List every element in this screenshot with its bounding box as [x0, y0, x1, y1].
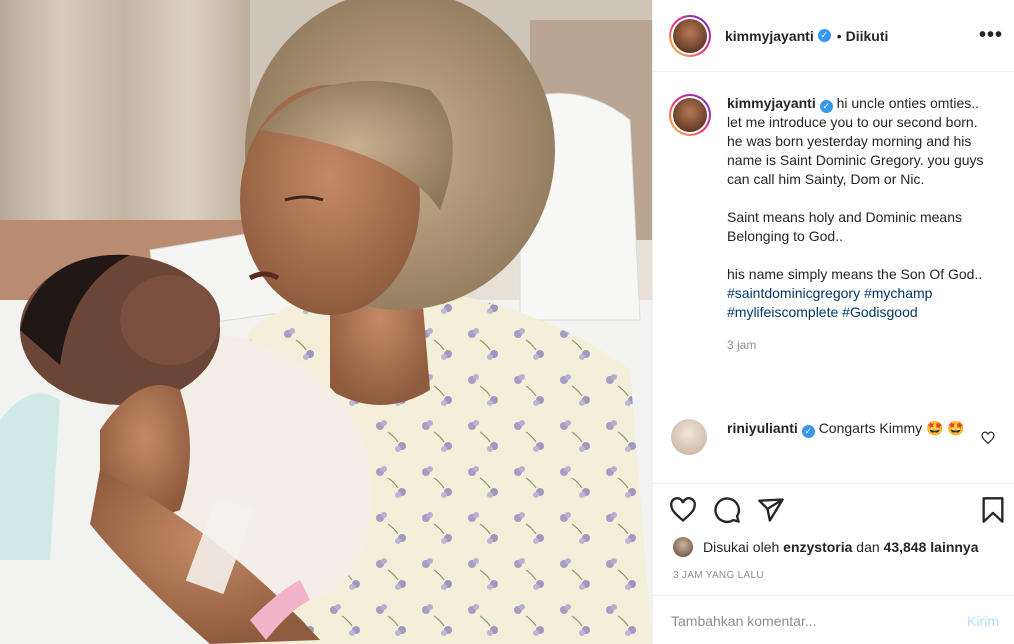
comment-like-heart-icon[interactable] — [981, 431, 995, 445]
comment-username[interactable]: riniyulianti — [727, 420, 798, 436]
share-icon[interactable] — [757, 496, 785, 524]
hashtag-link[interactable]: #saintdominicgregory — [727, 285, 860, 301]
hashtag-link[interactable]: #Godisgood — [842, 304, 918, 320]
add-comment-bar: Kirim — [653, 595, 1014, 644]
comments-section[interactable]: kimmyjayanti ✓ hi uncle onties omties.. l… — [653, 73, 1014, 483]
post-side-panel: kimmyjayanti ✓ • Diikuti ••• kimmyjayant… — [652, 0, 1014, 644]
post-caption: kimmyjayanti ✓ hi uncle onties omties.. l… — [669, 94, 1009, 355]
caption-body: hi uncle onties omties.. let me introduc… — [727, 95, 984, 282]
author-avatar-inner — [671, 16, 709, 55]
verified-badge-icon: ✓ — [801, 425, 815, 438]
bookmark-icon[interactable] — [979, 496, 1007, 524]
post-comment-button[interactable]: Kirim — [967, 613, 999, 629]
liker-avatar[interactable] — [673, 537, 693, 557]
caption-avatar-photo — [673, 98, 707, 132]
caption-text-block: kimmyjayanti ✓ hi uncle onties omties.. l… — [727, 94, 997, 355]
hashtag-link[interactable]: #mychamp — [864, 285, 932, 301]
caption-avatar-inner — [671, 96, 709, 134]
verified-badge-icon: ✓ — [817, 29, 831, 42]
caption-time[interactable]: 3 jam — [727, 336, 997, 355]
liked-by-prefix: Disukai oleh — [703, 539, 780, 555]
author-avatar[interactable] — [669, 14, 711, 57]
comment-body: Congarts Kimmy — [818, 420, 923, 436]
caption-username[interactable]: kimmyjayanti — [727, 95, 816, 111]
post-actions: Disukai oleh enzystoria dan 43,848 lainn… — [653, 483, 1014, 644]
post-image[interactable] — [0, 0, 652, 644]
comment-emoji: 🤩 🤩 — [926, 420, 965, 436]
action-icons-row — [669, 496, 1009, 526]
author-avatar-photo — [673, 18, 707, 53]
author-username[interactable]: kimmyjayanti — [725, 28, 814, 44]
heart-icon[interactable] — [669, 496, 697, 524]
follow-status-button[interactable]: Diikuti — [846, 28, 889, 44]
comment-text-block: riniyulianti ✓ Congarts Kimmy 🤩 🤩 — [727, 419, 967, 455]
caption-avatar[interactable] — [669, 94, 711, 136]
posted-time[interactable]: 3 JAM YANG LALU — [673, 570, 764, 581]
caption-hashtags: #saintdominicgregory #mychamp #mylifeisc… — [727, 284, 997, 322]
verified-badge-icon: ✓ — [819, 100, 833, 113]
like-count[interactable]: 43,848 — [884, 539, 927, 555]
comment-item: riniyulianti ✓ Congarts Kimmy 🤩 🤩 — [669, 419, 1009, 455]
separator-dot: • — [836, 27, 842, 44]
post-photo — [0, 0, 652, 644]
liked-by-middle: dan — [856, 539, 880, 555]
comment-icon[interactable] — [713, 496, 741, 524]
liked-by: Disukai oleh enzystoria dan 43,848 lainn… — [673, 537, 979, 557]
commenter-avatar[interactable] — [671, 419, 707, 455]
post-header: kimmyjayanti ✓ • Diikuti ••• — [653, 0, 1014, 72]
liked-by-user[interactable]: enzystoria — [783, 539, 852, 555]
comment-input[interactable] — [671, 612, 968, 629]
more-options-icon[interactable]: ••• — [979, 24, 1003, 47]
liked-by-suffix[interactable]: lainnya — [930, 539, 978, 555]
hashtag-link[interactable]: #mylifeiscomplete — [727, 304, 838, 320]
